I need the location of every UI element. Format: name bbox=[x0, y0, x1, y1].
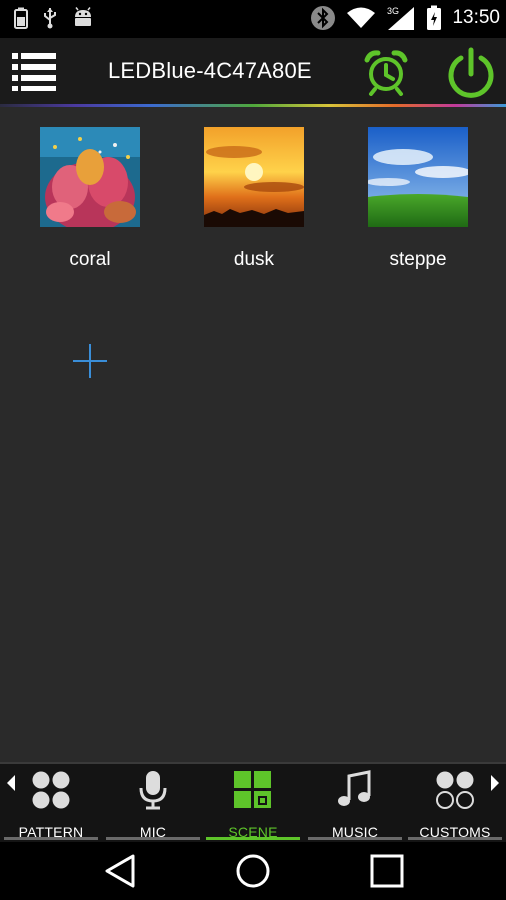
tab-underline bbox=[408, 837, 502, 840]
tab-scene[interactable]: SCENE bbox=[206, 770, 300, 840]
tab-mic[interactable]: MIC bbox=[106, 770, 200, 840]
tab-underline bbox=[106, 837, 200, 840]
scene-icon bbox=[234, 771, 271, 808]
bottom-tab-bar: PATTERN MIC SCENE MUSIC CUSTOMS bbox=[0, 762, 506, 844]
scene-grid: coral dusk steppe bbox=[0, 107, 506, 762]
cell-signal-icon: 3G bbox=[387, 6, 415, 30]
status-bar: 3G 13:50 bbox=[0, 0, 506, 38]
pattern-icon bbox=[32, 771, 70, 809]
tab-underline bbox=[206, 837, 300, 840]
tab-music[interactable]: MUSIC bbox=[308, 770, 402, 840]
recents-icon[interactable] bbox=[369, 853, 405, 889]
scene-label: coral bbox=[69, 249, 111, 270]
sunset-image bbox=[204, 127, 304, 227]
usb-icon bbox=[44, 8, 56, 29]
android-debug-icon bbox=[75, 7, 91, 26]
coral-reef-image bbox=[40, 127, 140, 227]
plus-icon[interactable] bbox=[72, 343, 108, 379]
menu-icon[interactable] bbox=[10, 52, 58, 92]
microphone-icon bbox=[139, 771, 167, 810]
device-title: LEDBlue-4C47A80E bbox=[108, 58, 312, 83]
status-time: 13:50 bbox=[452, 7, 500, 28]
tab-pattern[interactable]: PATTERN bbox=[4, 770, 98, 840]
scene-label: dusk bbox=[233, 249, 275, 270]
home-icon[interactable] bbox=[235, 853, 271, 889]
back-icon[interactable] bbox=[102, 853, 138, 889]
tab-customs[interactable]: CUSTOMS bbox=[408, 770, 502, 840]
bluetooth-icon bbox=[311, 6, 336, 30]
scene-item-coral[interactable]: coral bbox=[30, 127, 150, 271]
battery-saver-icon bbox=[14, 7, 28, 29]
tab-underline bbox=[4, 837, 98, 840]
tab-underline bbox=[308, 837, 402, 840]
scene-item-dusk[interactable]: dusk bbox=[194, 127, 314, 271]
scene-label: steppe bbox=[389, 249, 447, 270]
scene-item-steppe[interactable]: steppe bbox=[358, 127, 478, 271]
battery-charging-icon bbox=[427, 5, 442, 30]
grassland-sky-image bbox=[368, 127, 468, 227]
alarm-clock-icon[interactable] bbox=[362, 48, 410, 96]
wifi-icon bbox=[347, 7, 376, 28]
music-note-icon bbox=[338, 770, 371, 806]
system-nav-bar bbox=[0, 842, 506, 900]
power-icon[interactable] bbox=[444, 46, 498, 100]
customs-icon bbox=[436, 771, 474, 809]
svg-text:3G: 3G bbox=[387, 6, 399, 16]
